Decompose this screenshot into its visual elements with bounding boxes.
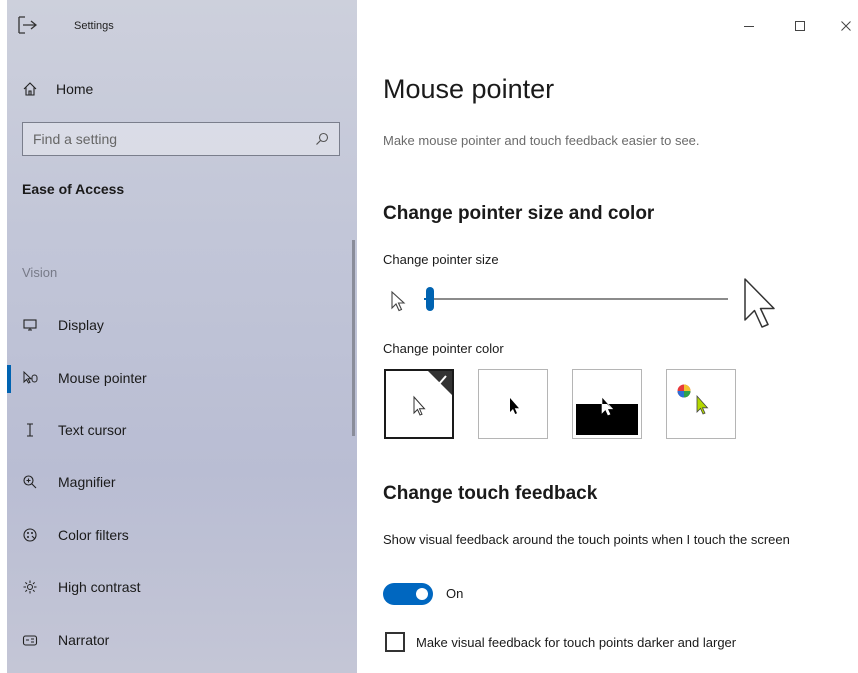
sidebar: Settings Home Ease of Access Vision Disp… — [0, 0, 357, 673]
toggle-knob — [416, 588, 428, 600]
sidebar-item-label: Color filters — [58, 527, 129, 543]
sidebar-item-label: Display — [58, 317, 104, 333]
slider-thumb[interactable] — [426, 287, 435, 311]
sidebar-item-label: Mouse pointer — [58, 370, 147, 386]
sidebar-item-label: Narrator — [58, 632, 110, 648]
sidebar-scrollbar[interactable] — [352, 240, 355, 436]
pointer-color-label: Change pointer color — [383, 341, 504, 356]
app-title: Settings — [74, 20, 114, 32]
maximize-icon — [795, 21, 805, 31]
color-wheel-icon — [677, 384, 709, 415]
sidebar-item-text-cursor[interactable]: Text cursor — [22, 418, 126, 442]
slider-track — [424, 298, 728, 300]
sidebar-item-color-filters[interactable]: Color filters — [22, 523, 129, 547]
page-title: Mouse pointer — [383, 74, 555, 104]
home-icon — [23, 82, 37, 96]
section-title: Ease of Access — [22, 181, 125, 197]
sidebar-item-label: Text cursor — [58, 422, 127, 438]
close-icon — [841, 21, 851, 31]
black-pointer-icon — [510, 398, 519, 414]
pointer-color-black[interactable] — [478, 369, 548, 439]
pointer-section-heading: Change pointer size and color — [383, 203, 655, 224]
minimize-button[interactable] — [737, 16, 761, 36]
pointer-size-label: Change pointer size — [383, 252, 499, 267]
touch-feedback-toggle[interactable] — [383, 583, 433, 605]
mouse-pointer-icon — [22, 370, 38, 386]
sidebar-edge — [0, 0, 7, 673]
monitor-icon — [22, 317, 38, 333]
close-button[interactable] — [834, 16, 858, 36]
small-pointer-icon — [391, 290, 406, 312]
sidebar-item-magnifier[interactable]: Magnifier — [22, 470, 116, 494]
selected-indicator — [7, 365, 11, 393]
toggle-state-label: On — [446, 586, 464, 601]
sidebar-item-label: Magnifier — [58, 474, 116, 490]
minimize-icon — [744, 26, 754, 27]
pointer-color-inverted[interactable] — [572, 369, 642, 439]
text-cursor-icon — [22, 422, 38, 438]
pointer-size-slider[interactable] — [390, 278, 790, 332]
sidebar-item-display[interactable]: Display — [22, 313, 104, 337]
pointer-color-white[interactable] — [384, 369, 454, 439]
high-contrast-icon — [22, 579, 38, 595]
pointer-color-custom[interactable] — [666, 369, 736, 439]
maximize-button[interactable] — [788, 16, 812, 36]
color-filters-icon — [22, 527, 38, 543]
search-input[interactable] — [33, 131, 315, 147]
magnifier-icon — [22, 474, 38, 490]
group-label-vision: Vision — [22, 265, 58, 280]
sidebar-item-narrator[interactable]: Narrator — [22, 628, 109, 652]
search-icon[interactable] — [315, 132, 329, 146]
touch-feedback-description: Show visual feedback around the touch po… — [383, 532, 790, 547]
sidebar-item-home[interactable]: Home — [22, 78, 93, 100]
large-pointer-icon — [744, 278, 775, 328]
inverted-pointer-icon — [576, 396, 638, 435]
touch-section-heading: Change touch feedback — [383, 483, 598, 504]
darker-larger-feedback-checkbox[interactable] — [385, 632, 405, 652]
page-description: Make mouse pointer and touch feedback ea… — [383, 133, 700, 148]
search-box[interactable] — [22, 122, 340, 156]
white-pointer-icon — [413, 371, 452, 416]
sidebar-item-label: High contrast — [58, 579, 141, 595]
checkbox-label: Make visual feedback for touch points da… — [416, 635, 737, 650]
sidebar-item-mouse-pointer[interactable]: Mouse pointer — [22, 366, 147, 390]
home-label: Home — [56, 81, 94, 97]
narrator-icon — [22, 632, 38, 648]
sidebar-item-high-contrast[interactable]: High contrast — [22, 575, 140, 599]
back-arrow-icon[interactable] — [17, 16, 37, 34]
